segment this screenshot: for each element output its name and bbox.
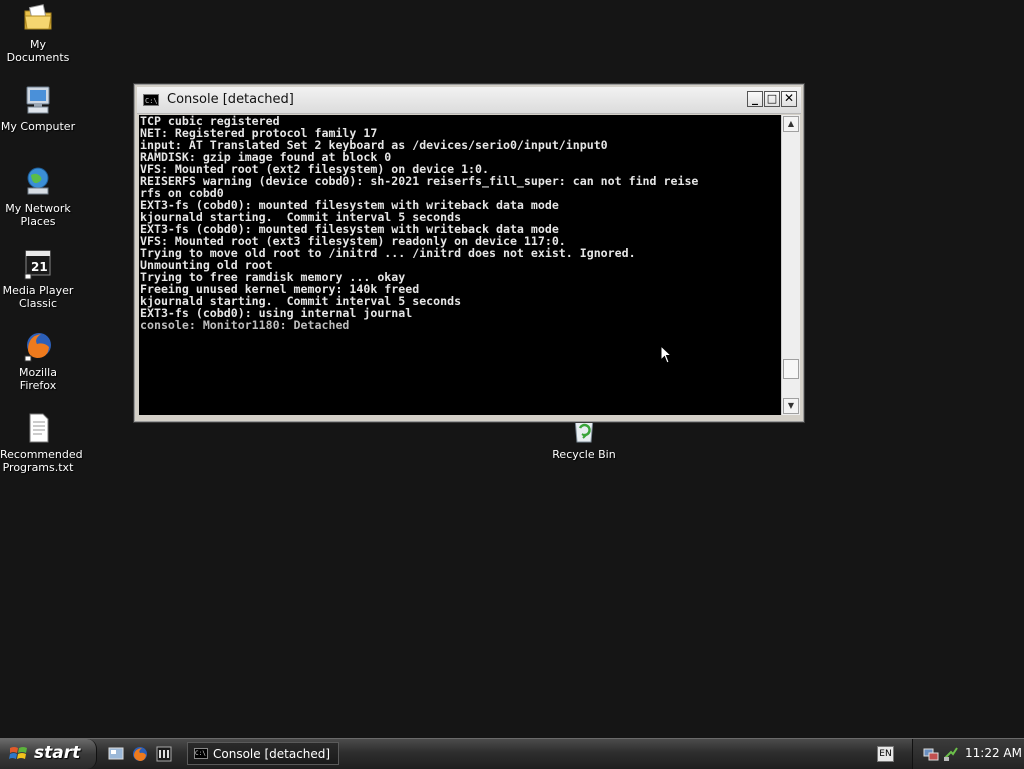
desktop-icon-my-documents[interactable]: My Documents (0, 2, 76, 64)
desktop-icon-media-player-classic[interactable]: 21 Media Player Classic (0, 248, 76, 310)
minimize-button[interactable]: _ (747, 91, 763, 107)
desktop-icon-label: My Computer (0, 120, 76, 133)
start-button[interactable]: start (0, 739, 97, 769)
vertical-scrollbar[interactable]: ▲ ▼ (781, 115, 800, 415)
system-tray: 11:22 AM (912, 739, 1024, 769)
desktop-icon-mozilla-firefox[interactable]: Mozilla Firefox (0, 330, 76, 392)
taskbar-task-console[interactable]: C:\ Console [detached] (187, 742, 339, 765)
desktop-icon-label: Mozilla Firefox (19, 366, 57, 392)
network-places-icon (22, 166, 54, 198)
console-text: TCP cubic registered NET: Registered pro… (139, 115, 781, 331)
console-app-icon: C:\ (143, 94, 159, 106)
desktop-icon-label: My Network Places (5, 202, 71, 228)
quick-launch-media-player-icon[interactable] (156, 746, 172, 762)
computer-icon (22, 84, 54, 116)
scroll-down-arrow-icon[interactable]: ▼ (783, 398, 799, 414)
console-line: console: Monitor1180: Detached (140, 318, 350, 332)
scroll-up-arrow-icon[interactable]: ▲ (783, 116, 799, 132)
network-tray-icon[interactable] (923, 746, 939, 766)
desktop-icon-label: Recycle Bin (552, 448, 616, 461)
scrollbar-thumb[interactable] (783, 359, 799, 379)
text-file-icon (22, 412, 54, 444)
taskbar: start C:\ Console [detached] EN 11:22 AM (0, 738, 1024, 769)
clock[interactable]: 11:22 AM (965, 746, 1022, 760)
maximize-button[interactable]: □ (764, 91, 780, 107)
mouse-cursor-icon (660, 344, 673, 369)
language-indicator[interactable]: EN (877, 746, 894, 762)
title-bar[interactable]: C:\ Console [detached] _ □ ✕ (137, 87, 801, 114)
desktop-icon-label: Recommended Programs.txt (0, 448, 83, 474)
close-button[interactable]: ✕ (781, 91, 797, 107)
firefox-icon (22, 330, 54, 362)
console-window[interactable]: C:\ Console [detached] _ □ ✕ TCP cubic r… (134, 84, 804, 422)
media-player-icon: 21 (22, 248, 54, 280)
desktop-icon-label: Media Player Classic (2, 284, 74, 310)
desktop-icon-my-network-places[interactable]: My Network Places (0, 166, 76, 228)
desktop-icon-recommended-programs[interactable]: Recommended Programs.txt (0, 412, 83, 474)
desktop-icon-my-computer[interactable]: My Computer (0, 84, 76, 133)
quick-launch-firefox-icon[interactable] (132, 746, 148, 762)
safely-remove-tray-icon[interactable] (943, 746, 959, 766)
svg-text:21: 21 (31, 260, 48, 274)
console-task-icon: C:\ (194, 748, 208, 759)
desktop: My Documents My Computer My Network Plac… (0, 0, 1024, 738)
show-desktop-icon[interactable] (108, 746, 124, 762)
task-label: Console [detached] (213, 747, 331, 761)
desktop-icon-label: My Documents (6, 38, 70, 64)
start-label: start (34, 743, 81, 763)
console-output[interactable]: TCP cubic registered NET: Registered pro… (139, 115, 781, 415)
windows-logo-icon (9, 745, 29, 767)
folder-documents-icon (22, 2, 54, 34)
window-title: Console [detached] (167, 92, 294, 107)
